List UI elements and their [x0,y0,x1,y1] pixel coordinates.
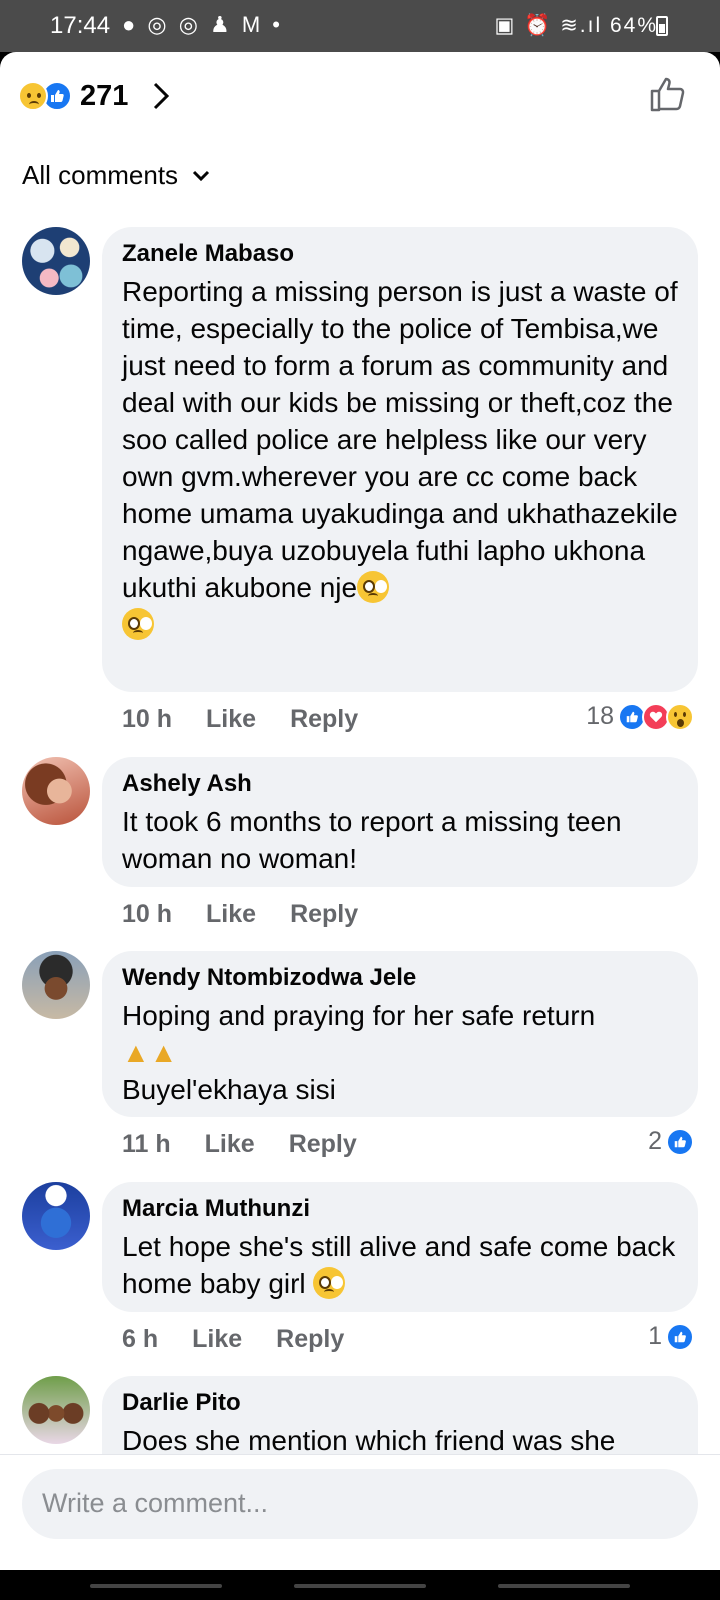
like-icon [666,1127,694,1156]
like-button[interactable]: Like [206,900,256,929]
nav-home[interactable] [294,1584,426,1588]
avatar[interactable] [22,757,90,825]
comment-actions: 10 h Like Reply [122,705,358,734]
pleading-face-icon [122,608,154,640]
avatar[interactable] [22,951,90,1019]
battery-level: 64% [609,14,658,37]
comment-reaction-count: 18 [586,702,614,730]
comment-author[interactable]: Ashely Ash [122,769,678,799]
like-button[interactable]: Like [192,1325,242,1354]
system-nav-bar [0,1570,720,1600]
pleading-face-icon [357,571,390,603]
relieved-face-icon [313,1267,346,1299]
comment-time[interactable]: 10 h [122,900,172,929]
comment-bubble: Zanele Mabaso Reporting a missing person… [102,227,698,692]
comment-filter-dropdown[interactable]: All comments [22,160,210,191]
comment-reaction-count: 2 [648,1127,662,1155]
notification-icons: ● ◎ ◎ ♟ M • [122,12,283,37]
comment-text: Hoping and praying for her safe return ▲▲… [122,997,678,1108]
reply-button[interactable]: Reply [290,900,358,929]
battery-icon [656,16,668,36]
comment-text: Reporting a missing person is just a was… [122,273,678,643]
wow-icon [666,702,694,731]
comment-author[interactable]: Zanele Mabaso [122,239,678,269]
system-icons-glyphs: ▣ ⏰ ≋.ıl [494,14,603,37]
chevron-down-icon [192,170,210,181]
status-bar: 17:44 ● ◎ ◎ ♟ M • ▣ ⏰ ≋.ıl 64% [0,0,720,52]
avatar[interactable] [22,1182,90,1250]
comment-actions: 6 h Like Reply [122,1325,344,1354]
system-icons: ▣ ⏰ ≋.ıl 64% [495,13,658,38]
filter-label: All comments [22,160,179,190]
reaction-count: 271 [80,79,129,112]
comment-composer-bar: Write a comment... [0,1454,720,1570]
comment-reactions[interactable]: 18 [586,702,694,731]
comment-body-line-2: Buyel'ekhaya sisi [122,1074,336,1105]
like-button[interactable]: Like [205,1130,255,1159]
comment-reaction-count: 1 [648,1322,662,1350]
reply-button[interactable]: Reply [289,1130,357,1159]
comment-author[interactable]: Wendy Ntombizodwa Jele [122,963,678,993]
comment-body: Reporting a missing person is just a was… [122,276,678,603]
chevron-right-icon[interactable] [150,81,172,111]
comment-time[interactable]: 11 h [122,1130,171,1159]
avatar[interactable] [22,227,90,295]
like-button[interactable]: Like [206,705,256,734]
like-icon [666,1322,694,1351]
comment-time[interactable]: 10 h [122,705,172,734]
comment-bubble: Ashely Ash It took 6 months to report a … [102,757,698,887]
comment-actions: 10 h Like Reply [122,900,358,929]
thumbs-up-icon[interactable] [648,74,688,114]
reactions-summary[interactable]: 271 [18,76,172,116]
comment-input[interactable]: Write a comment... [22,1469,698,1539]
comment-body: Hoping and praying for her safe return [122,1000,596,1031]
comment-bubble: Wendy Ntombizodwa Jele Hoping and prayin… [102,951,698,1117]
nav-back[interactable] [498,1584,630,1588]
comment-actions: 11 h Like Reply [122,1130,357,1159]
status-time: 17:44 [50,12,111,39]
comments-sheet: 271 All comments Zanele Mabaso Reporting… [0,52,720,1570]
comment-reactions[interactable]: 2 [648,1127,694,1156]
comment-body: Let hope she's still alive and safe come… [122,1231,676,1299]
comment-text: Let hope she's still alive and safe come… [122,1228,678,1302]
comment-author[interactable]: Darlie Pito [122,1388,678,1418]
reply-button[interactable]: Reply [290,705,358,734]
nav-recents[interactable] [90,1584,222,1588]
sad-emoji-icon [18,81,48,111]
reply-button[interactable]: Reply [276,1325,344,1354]
comment-author[interactable]: Marcia Muthunzi [122,1194,678,1224]
avatar[interactable] [22,1376,90,1444]
comment-time[interactable]: 6 h [122,1325,158,1354]
praying-hands-icon: ▲▲ [122,1037,178,1068]
comment-bubble: Marcia Muthunzi Let hope she's still ali… [102,1182,698,1312]
comment-reactions[interactable]: 1 [648,1322,694,1351]
comment-body: It took 6 months to report a missing tee… [122,806,622,874]
